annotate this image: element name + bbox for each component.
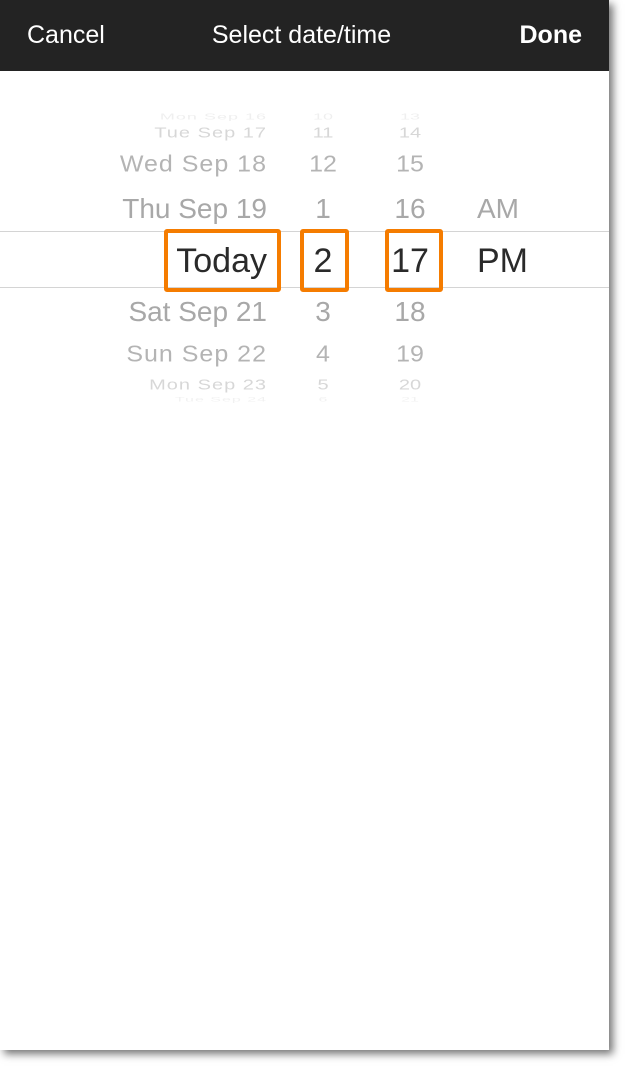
hour-option[interactable]: 12 [296,152,350,176]
date-option[interactable]: Tue Sep 17 [154,126,267,141]
hour-option[interactable]: 10 [296,113,350,121]
minute-option[interactable]: 18 [380,298,440,326]
done-button[interactable]: Done [520,0,583,71]
page-title: Select date/time [0,0,609,71]
date-option[interactable]: Mon Sep 16 [160,113,267,121]
ampm-wheel[interactable]: AM PM [477,105,557,405]
date-selection-highlight [164,229,281,292]
date-option[interactable]: Thu Sep 19 [122,195,267,223]
date-option[interactable]: Sun Sep 22 [126,342,267,366]
minute-option[interactable]: 15 [380,152,440,176]
navigation-bar: Cancel Select date/time Done [0,0,609,71]
hour-option[interactable]: 5 [296,378,350,393]
date-option[interactable]: Sat Sep 21 [128,298,267,326]
hour-option[interactable]: 3 [296,298,350,326]
minute-option[interactable]: 21 [380,397,440,403]
hour-option[interactable]: 11 [296,126,350,141]
ampm-option-selected[interactable]: PM [477,244,528,278]
minute-option[interactable]: 13 [380,113,440,121]
minute-option[interactable]: 19 [380,342,440,366]
minute-selection-highlight [385,229,443,292]
date-option[interactable]: Wed Sep 18 [120,152,267,176]
date-time-picker-screen: Cancel Select date/time Done Mon Sep 16 T… [0,0,609,1050]
hour-option[interactable]: 4 [296,342,350,366]
date-option[interactable]: Tue Sep 24 [175,397,267,403]
minute-option[interactable]: 16 [380,195,440,223]
page-title-text: Select date/time [211,21,392,49]
date-option[interactable]: Mon Sep 23 [149,378,267,393]
ampm-option[interactable]: AM [477,195,519,223]
hour-selection-highlight [300,229,349,292]
hour-option[interactable]: 6 [296,397,350,403]
date-time-wheel-picker[interactable]: Mon Sep 16 Tue Sep 17 Wed Sep 18 Thu Sep 19… [0,105,609,405]
hour-option[interactable]: 1 [296,195,350,223]
minute-option[interactable]: 14 [380,126,440,141]
minute-option[interactable]: 20 [380,378,440,393]
